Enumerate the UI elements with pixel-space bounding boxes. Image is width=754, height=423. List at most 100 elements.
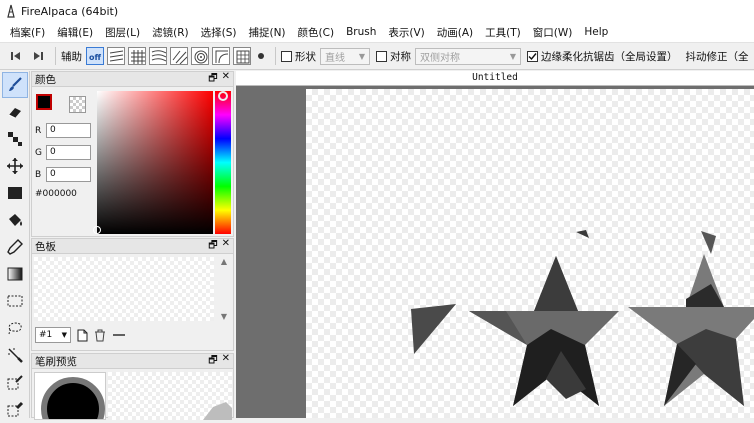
corner-curve-icon [215, 50, 229, 64]
foreground-color-swatch[interactable] [36, 94, 52, 110]
close-icon[interactable]: ✕ [222, 71, 230, 88]
select-eraser-tool[interactable] [2, 396, 28, 422]
menu-item-9[interactable]: 动画(A) [431, 25, 479, 40]
restore-icon[interactable]: 🗗 [208, 71, 217, 88]
close-icon[interactable]: ✕ [222, 238, 230, 255]
antialias-checkbox[interactable] [527, 50, 538, 62]
dot-tool[interactable] [2, 126, 28, 152]
hue-slider[interactable] [215, 91, 231, 234]
gradient-tool[interactable] [2, 234, 28, 260]
antialias-label: 边缘柔化抗锯齿（全局设置） [541, 50, 678, 63]
fill-tool[interactable] [2, 180, 28, 206]
firealpaca-logo-icon [6, 4, 16, 18]
select-eraser-icon [7, 401, 24, 417]
close-icon[interactable]: ✕ [222, 353, 230, 370]
restore-icon[interactable]: 🗗 [208, 238, 217, 255]
palette-scrollbar[interactable]: ▲ ▼ [216, 257, 232, 321]
step-back-icon [11, 52, 20, 60]
chevron-down-icon: ▼ [358, 51, 365, 61]
minus-line-icon[interactable] [112, 331, 126, 339]
transparent-color-swatch[interactable] [69, 96, 86, 113]
blue-input[interactable]: 0 [46, 167, 91, 182]
canvas-margin [236, 86, 306, 418]
fill-rectangle-icon [8, 187, 22, 199]
gradient-fill-tool[interactable] [2, 261, 28, 287]
menu-item-5[interactable]: 捕捉(N) [242, 25, 291, 40]
blue-row: B 0 [35, 167, 91, 182]
snap-3d-button[interactable] [233, 47, 251, 65]
shape-select-value: 直线 [325, 52, 345, 64]
restore-icon[interactable]: 🗗 [208, 353, 217, 370]
rect-select-icon [7, 295, 23, 307]
palette-set-select[interactable]: #1 ▼ [35, 327, 71, 343]
sv-picker-cursor[interactable] [93, 226, 101, 234]
color-panel: 颜色 🗗 ✕ R 0 G 0 B 0 #000000 [31, 71, 234, 237]
hue-slider-handle[interactable] [218, 91, 228, 101]
menu-item-11[interactable]: 窗口(W) [527, 25, 579, 40]
shape-checkbox[interactable] [281, 50, 292, 62]
menu-item-1[interactable]: 编辑(E) [51, 25, 99, 40]
tool-palette [0, 71, 30, 418]
palette-panel: 色板 🗗 ✕ ▲ ▼ #1 ▼ [31, 238, 234, 351]
scroll-up-icon[interactable]: ▲ [221, 257, 227, 266]
snap-off-button[interactable]: off [86, 47, 104, 65]
chevron-down-icon: ▼ [61, 331, 67, 339]
new-page-icon[interactable] [77, 329, 88, 342]
canvas-area[interactable]: Untitled [236, 71, 754, 418]
symmetry-checkbox[interactable] [376, 50, 387, 62]
menu-item-8[interactable]: 表示(V) [382, 25, 430, 40]
eraser-tool[interactable] [2, 99, 28, 125]
select-tool[interactable] [2, 288, 28, 314]
symmetry-label: 对称 [390, 50, 411, 63]
scroll-down-icon[interactable]: ▼ [221, 312, 227, 321]
symmetry-select[interactable]: 双侧对称 ▼ [415, 47, 521, 65]
chevron-down-icon: ▼ [509, 51, 516, 61]
brush-tool[interactable] [2, 72, 28, 98]
saturation-value-picker[interactable] [97, 91, 213, 234]
menu-item-10[interactable]: 工具(T) [479, 25, 527, 40]
menu-item-12[interactable]: Help [578, 26, 614, 38]
menu-item-7[interactable]: Brush [340, 26, 382, 38]
lasso-icon [8, 322, 22, 335]
trash-icon[interactable] [94, 329, 106, 342]
brush-stroke-preview [108, 372, 232, 420]
stroke-sample-icon [203, 402, 232, 420]
magic-wand-tool[interactable] [2, 342, 28, 368]
document-tab-title[interactable]: Untitled [236, 71, 754, 86]
diagonal-lines-icon [172, 50, 187, 64]
snap-concentric-button[interactable] [191, 47, 209, 65]
snap-curve-button[interactable] [149, 47, 167, 65]
red-label: R [35, 125, 42, 136]
snap-parallel-button[interactable] [107, 47, 125, 65]
pixel-dots-icon [8, 132, 22, 146]
green-input[interactable]: 0 [46, 145, 91, 160]
menu-item-4[interactable]: 选择(S) [195, 25, 243, 40]
menu-item-6[interactable]: 颜色(C) [292, 25, 341, 40]
move-tool[interactable] [2, 153, 28, 179]
snap-dot-button[interactable] [254, 46, 268, 66]
snap-grid-button[interactable] [128, 47, 146, 65]
menu-item-2[interactable]: 图层(L) [99, 25, 146, 40]
checkmark-icon [528, 52, 537, 60]
snap-vanishing-button[interactable] [212, 47, 230, 65]
options-toolbar: 辅助 off 形状 直线 ▼ 对称 双侧对称 ▼ 边缘柔化抗锯齿（全局设置） 抖动修… [0, 42, 754, 70]
drawing-canvas[interactable] [306, 89, 754, 418]
shape-select[interactable]: 直线 ▼ [320, 47, 370, 65]
lasso-tool[interactable] [2, 315, 28, 341]
next-frame-button[interactable] [28, 46, 48, 66]
brush-panel-header: 笔刷预览 🗗 ✕ [32, 353, 233, 370]
toolbar-divider [55, 47, 56, 65]
snap-perspective-button[interactable] [170, 47, 188, 65]
bucket-tool[interactable] [2, 207, 28, 233]
menu-item-3[interactable]: 滤镜(R) [146, 25, 195, 40]
previous-frame-button[interactable] [6, 46, 26, 66]
menu-item-0[interactable]: 档案(F) [4, 25, 51, 40]
hex-value: #000000 [35, 189, 77, 199]
palette-swatch-area[interactable] [34, 257, 214, 321]
green-row: G 0 [35, 145, 91, 160]
move-arrows-icon [7, 158, 23, 174]
red-input[interactable]: 0 [46, 123, 91, 138]
palette-toolbar: #1 ▼ [35, 327, 126, 343]
select-pen-tool[interactable] [2, 369, 28, 395]
brush-tip-dot [41, 377, 105, 419]
